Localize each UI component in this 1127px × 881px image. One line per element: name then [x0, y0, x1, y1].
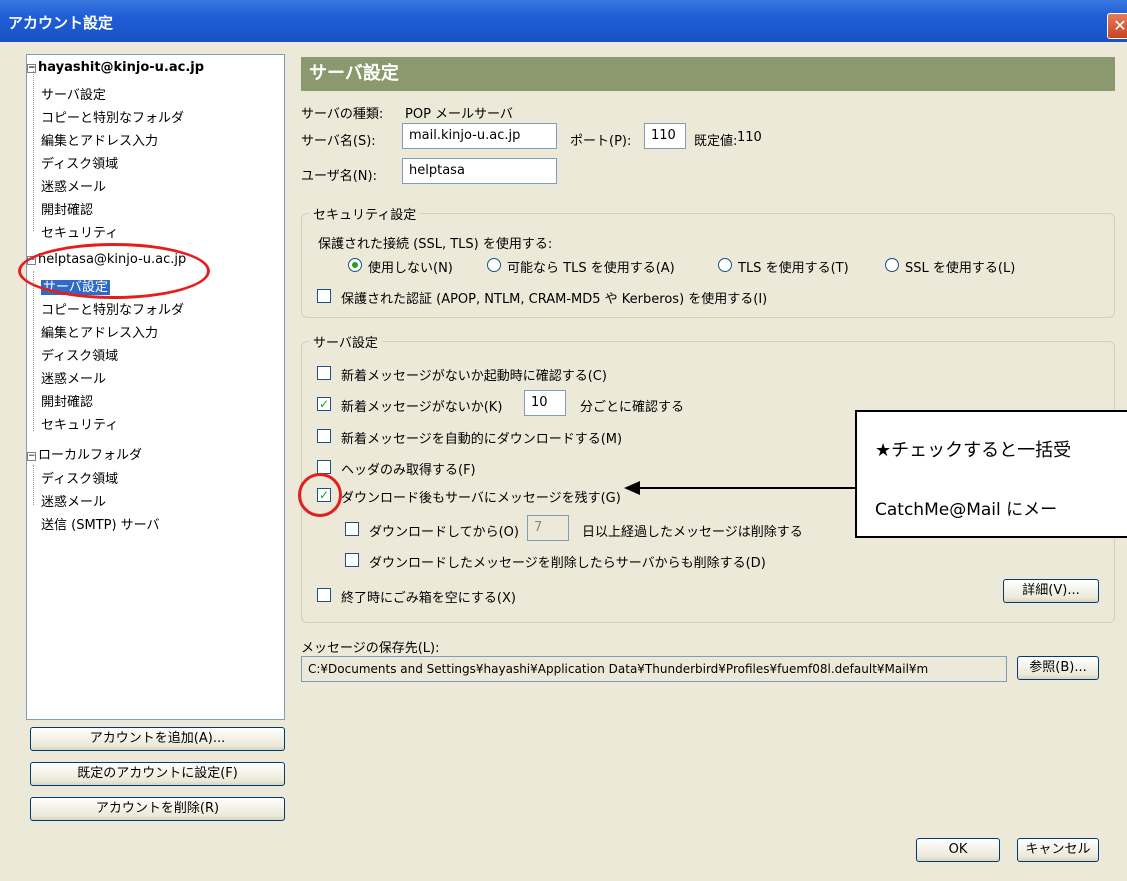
account-tree[interactable]: − hayashit@kinjo-u.ac.jp サーバ設定 コピーと特別なフォル… — [26, 54, 285, 720]
tree-line — [33, 465, 34, 505]
title-bar: アカウント設定 ✕ — [0, 0, 1127, 42]
leave-on-server-label[interactable]: ダウンロード後もサーバにメッセージを残す(G) — [341, 487, 621, 506]
auto-download-label[interactable]: 新着メッセージを自動的にダウンロードする(M) — [341, 428, 622, 447]
tree-item-disk-space[interactable]: ディスク領域 — [41, 468, 118, 487]
tree-line — [33, 271, 34, 431]
check-every-checkbox[interactable]: ✓ — [317, 397, 331, 411]
annotation-arrow — [624, 481, 856, 495]
tree-item-composition[interactable]: 編集とアドレス入力 — [41, 130, 158, 149]
radio-tls-label[interactable]: TLS を使用する(T) — [738, 257, 849, 276]
server-type-value: POP メールサーバ — [405, 107, 513, 122]
headers-only-label[interactable]: ヘッダのみ取得する(F) — [341, 459, 476, 478]
annotation-callout: ★チェックすると一括受 CatchMe@Mail にメー — [855, 410, 1127, 538]
arrow-head — [624, 481, 640, 495]
server-name-label: サーバ名(S): — [301, 134, 376, 149]
tree-account-hayashit[interactable]: − hayashit@kinjo-u.ac.jp — [27, 60, 204, 75]
delete-when-deleted-checkbox[interactable] — [345, 553, 359, 567]
radio-ssl-label[interactable]: SSL を使用する(L) — [905, 257, 1015, 276]
radio-tls-if-available-label[interactable]: 可能なら TLS を使用する(A) — [507, 257, 675, 276]
delete-account-button[interactable]: アカウントを削除(R) — [30, 797, 285, 821]
delete-after-days-input[interactable]: 7 — [527, 515, 569, 541]
check-interval-suffix: 分ごとに確認する — [580, 400, 685, 415]
storage-path-input[interactable]: C:¥Documents and Settings¥hayashi¥Applic… — [301, 656, 1007, 682]
headers-only-checkbox[interactable] — [317, 460, 331, 474]
delete-after-label[interactable]: ダウンロードしてから(O) — [369, 521, 519, 540]
annotation-circle-checkbox — [298, 473, 342, 517]
secure-auth-checkbox[interactable] — [317, 289, 331, 303]
default-port-value: 110 — [737, 130, 762, 145]
check-every-label[interactable]: 新着メッセージがないか(K) — [341, 396, 502, 415]
empty-trash-checkbox[interactable] — [317, 588, 331, 602]
tree-account-label: hayashit@kinjo-u.ac.jp — [38, 60, 205, 75]
tree-item-junk[interactable]: 迷惑メール — [41, 176, 106, 195]
add-account-button[interactable]: アカウントを追加(A)... — [30, 727, 285, 751]
port-input[interactable]: 110 — [644, 123, 686, 149]
close-icon: ✕ — [1113, 16, 1127, 35]
radio-no-ssl-label[interactable]: 使用しない(N) — [368, 257, 453, 276]
close-button[interactable]: ✕ — [1107, 13, 1127, 39]
tree-item-disk-space[interactable]: ディスク領域 — [41, 345, 118, 364]
server-name-input[interactable]: mail.kinjo-u.ac.jp — [402, 123, 557, 149]
server-settings-group-title: サーバ設定 — [309, 332, 382, 351]
check-interval-input[interactable]: 10 — [524, 390, 566, 416]
cancel-button[interactable]: キャンセル — [1017, 838, 1099, 862]
tree-account-label: ローカルフォルダ — [38, 448, 143, 463]
user-name-label: ユーザ名(N): — [301, 169, 377, 184]
tree-item-disk-space[interactable]: ディスク領域 — [41, 153, 118, 172]
set-default-account-button[interactable]: 既定のアカウントに設定(F) — [30, 762, 285, 786]
check-on-startup-label[interactable]: 新着メッセージがないか起動時に確認する(C) — [341, 365, 607, 384]
tree-item-junk[interactable]: 迷惑メール — [41, 368, 106, 387]
tree-item-receipts[interactable]: 開封確認 — [41, 391, 93, 410]
empty-trash-label[interactable]: 終了時にごみ箱を空にする(X) — [341, 587, 516, 606]
browse-button[interactable]: 参照(B)... — [1017, 656, 1099, 680]
callout-line-2: CatchMe@Mail にメー — [875, 500, 1058, 520]
tree-line — [33, 71, 34, 231]
tree-item-security[interactable]: セキュリティ — [41, 222, 118, 241]
radio-tls-if-available[interactable] — [487, 258, 501, 272]
tree-local-folders[interactable]: − ローカルフォルダ — [27, 444, 142, 463]
checkmark-icon: ✓ — [318, 397, 330, 411]
tree-item-copies-folders[interactable]: コピーと特別なフォルダ — [41, 107, 184, 126]
check-on-startup-checkbox[interactable] — [317, 366, 331, 380]
delete-after-suffix: 日以上経過したメッセージは削除する — [582, 525, 803, 540]
user-name-input[interactable]: helptasa — [402, 158, 557, 184]
annotation-ellipse-account — [18, 243, 210, 299]
auto-download-checkbox[interactable] — [317, 429, 331, 443]
radio-ssl[interactable] — [885, 258, 899, 272]
storage-label: メッセージの保存先(L): — [301, 641, 440, 656]
ssl-label: 保護された接続 (SSL, TLS) を使用する: — [318, 237, 553, 252]
port-label: ポート(P): — [570, 134, 632, 149]
panel-title: サーバ設定 — [301, 57, 1115, 91]
ok-button[interactable]: OK — [916, 838, 1000, 862]
secure-auth-label[interactable]: 保護された認証 (APOP, NTLM, CRAM-MD5 や Kerberos… — [341, 288, 767, 307]
server-type-label: サーバの種類: — [301, 107, 384, 122]
tree-item-junk[interactable]: 迷惑メール — [41, 491, 106, 510]
advanced-button[interactable]: 詳細(V)... — [1003, 579, 1099, 603]
tree-item-receipts[interactable]: 開封確認 — [41, 199, 93, 218]
tree-item-security[interactable]: セキュリティ — [41, 414, 118, 433]
tree-item-copies-folders[interactable]: コピーと特別なフォルダ — [41, 299, 184, 318]
radio-tls[interactable] — [718, 258, 732, 272]
tree-item-composition[interactable]: 編集とアドレス入力 — [41, 322, 158, 341]
delete-after-checkbox[interactable] — [345, 522, 359, 536]
radio-no-ssl[interactable] — [348, 258, 362, 272]
collapse-icon[interactable]: − — [27, 64, 36, 73]
tree-item-server-settings[interactable]: サーバ設定 — [41, 84, 106, 103]
delete-when-deleted-label[interactable]: ダウンロードしたメッセージを削除したらサーバからも削除する(D) — [369, 552, 766, 571]
collapse-icon[interactable]: − — [27, 452, 36, 461]
tree-item-smtp[interactable]: 送信 (SMTP) サーバ — [41, 514, 160, 533]
window-title: アカウント設定 — [8, 14, 114, 32]
callout-line-1: ★チェックすると一括受 — [875, 440, 1072, 461]
security-group-title: セキュリティ設定 — [309, 204, 421, 223]
default-port-label: 既定値: — [694, 134, 738, 149]
